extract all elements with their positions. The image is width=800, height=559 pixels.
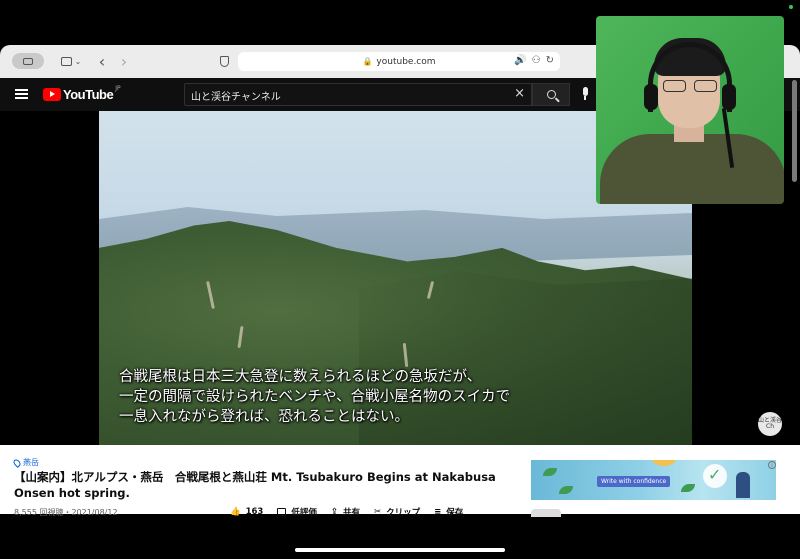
sidebar-button[interactable]: ⌄: [60, 53, 82, 69]
search-query: 山と渓谷チャンネル: [191, 92, 281, 103]
thumbs-up-icon: 👍: [230, 507, 241, 517]
headset-cup-left: [644, 84, 658, 110]
ad-figure: [736, 472, 750, 498]
subtitle-line: 合戦尾根は日本三大急登に数えられるほどの急坂だが、: [119, 369, 482, 385]
microphone-icon: [582, 87, 588, 96]
clear-search-icon[interactable]: ×: [514, 86, 525, 101]
clip-label: クリップ: [386, 508, 421, 518]
share-button[interactable]: ⇪ 共有: [331, 506, 360, 518]
ad-info-icon[interactable]: i: [768, 461, 776, 469]
search-icon: [546, 90, 556, 99]
shield-icon: [219, 55, 229, 67]
search-input[interactable]: 山と渓谷チャンネル ×: [184, 83, 532, 106]
home-indicator[interactable]: [295, 548, 505, 552]
video-title: 【山案内】北アルプス・燕岳 合戦尾根と燕山荘 Mt. Tsubakuro Beg…: [14, 470, 496, 500]
lock-icon: 🔒: [362, 57, 373, 66]
status-indicator: [789, 5, 793, 9]
hashtag-link[interactable]: 燕岳: [12, 457, 39, 468]
youtube-logo-text: YouTube: [63, 86, 114, 102]
region-label: JP: [115, 84, 121, 92]
ad-tagline: Write with confidence: [597, 476, 671, 487]
menu-icon[interactable]: [15, 89, 28, 99]
check-icon: [703, 464, 727, 488]
like-button[interactable]: 👍 163: [230, 506, 263, 518]
dislike-button[interactable]: 低評価: [277, 506, 317, 518]
headset-cup-right: [722, 84, 736, 110]
reload-icon[interactable]: ↻: [546, 55, 554, 66]
page-scrollbar[interactable]: [792, 80, 797, 182]
thumbs-down-icon: [277, 508, 287, 516]
back-button[interactable]: ‹: [96, 51, 108, 71]
like-count: 163: [245, 507, 264, 517]
save-button[interactable]: ≡ 保存: [434, 506, 463, 518]
address-bar[interactable]: 🔒 youtube.com 🔊 ⚇ ↻: [238, 52, 560, 71]
presenter-shirt: [600, 134, 784, 204]
voice-search-button[interactable]: [580, 87, 590, 103]
action-bar: 👍 163 低評価 ⇪ 共有 ✂ クリップ ≡ 保存: [230, 506, 463, 518]
ad-leaf-shape: [681, 484, 695, 492]
webcam-overlay: [596, 16, 784, 204]
playlist-add-icon: ≡: [434, 507, 442, 517]
channel-watermark[interactable]: 山と渓谷 Ch: [758, 412, 782, 436]
search-button[interactable]: [532, 83, 570, 106]
play-logo-icon: [43, 87, 61, 101]
url-text: youtube.com: [376, 56, 436, 67]
share-label: 共有: [342, 508, 360, 518]
chevron-left-icon: ‹: [98, 51, 106, 71]
subtitle-line: 一定の間隔で設けられたベンチや、合戦小屋名物のスイカで: [119, 389, 511, 405]
chevron-right-icon: ›: [120, 51, 128, 71]
clip-button[interactable]: ✂ クリップ: [374, 506, 420, 518]
dislike-label: 低評価: [291, 508, 317, 518]
ad-sun-shape: [649, 460, 679, 466]
sidebar-icon: [60, 56, 72, 66]
scissors-icon: ✂: [374, 507, 382, 517]
forward-button[interactable]: ›: [118, 51, 130, 71]
location-pin-icon: [12, 457, 22, 468]
chevron-down-icon: ⌄: [74, 56, 82, 66]
view-count-date: 8,555 回視聴・2021/08/12: [14, 508, 118, 517]
tabs-icon: [23, 57, 33, 65]
save-label: 保存: [446, 508, 464, 518]
tab-group-button[interactable]: [12, 53, 44, 69]
share-icon: ⇪: [330, 507, 338, 517]
video-info-panel: 燕岳 【山案内】北アルプス・燕岳 合戦尾根と燕山荘 Mt. Tsubakuro …: [0, 445, 800, 518]
translate-icon[interactable]: ⚇: [532, 55, 541, 66]
ad-leaf-shape: [543, 468, 557, 476]
audio-playing-icon[interactable]: 🔊: [514, 55, 526, 66]
privacy-report-button[interactable]: [218, 53, 230, 69]
next-video-thumbnail[interactable]: [531, 509, 561, 517]
subtitle-line: 一息入れながら登れば、恐れることはない。: [119, 409, 409, 425]
video-subtitles: 合戦尾根は日本三大急登に数えられるほどの急坂だが、 一定の間隔で設けられたベンチ…: [119, 367, 679, 427]
ad-banner[interactable]: Write with confidence: [531, 460, 776, 500]
ad-leaf-shape: [559, 486, 573, 494]
hashtag-text: 燕岳: [23, 458, 39, 467]
youtube-logo[interactable]: YouTube JP: [43, 84, 121, 102]
